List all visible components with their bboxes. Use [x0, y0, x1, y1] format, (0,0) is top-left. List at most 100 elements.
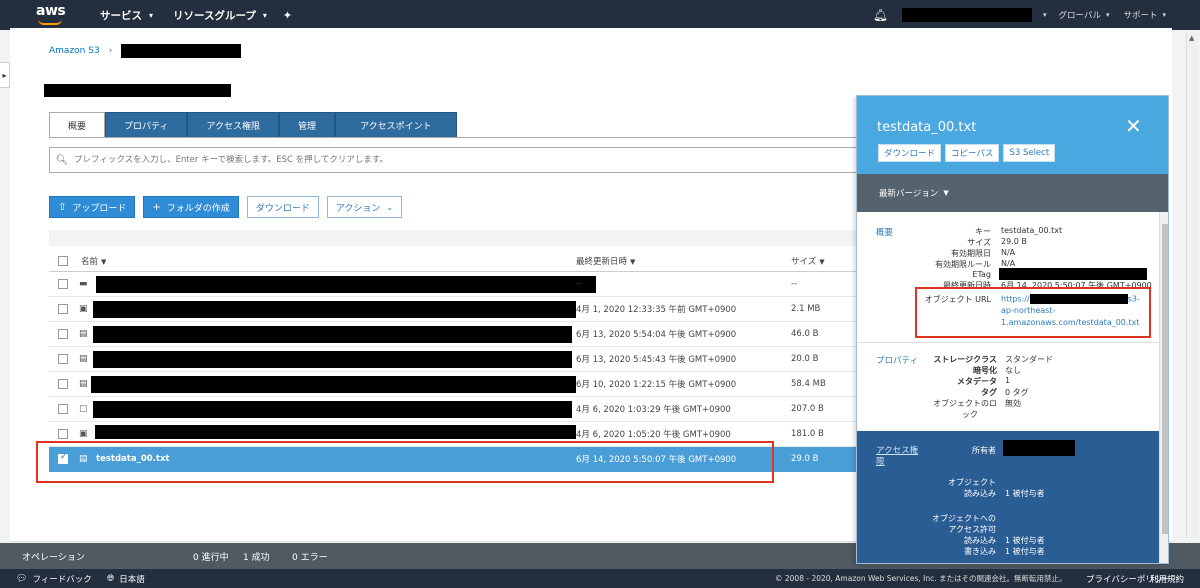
table-row[interactable]: ▤ 6月 13, 2020 5:54:04 午後 GMT+0900 46.0 B: [49, 322, 859, 347]
search-input[interactable]: [74, 155, 834, 165]
etag-redacted: [999, 268, 1147, 280]
acl-label-2: アクセス許可: [948, 525, 996, 534]
pin-icon[interactable]: ✦: [283, 9, 292, 22]
chevron-down-icon: ▾: [1043, 11, 1047, 19]
name-redacted[interactable]: [93, 325, 572, 343]
expiry-rule-value: N/A: [1001, 259, 1016, 268]
tab-access-points[interactable]: アクセスポイント: [335, 112, 457, 138]
panel-copy-path-button[interactable]: コピーパス: [945, 144, 1000, 162]
close-icon[interactable]: ✕: [1125, 114, 1142, 138]
table-row[interactable]: ▢ 4月 6, 2020 1:03:29 午後 GMT+0900 207.0 B: [49, 397, 859, 422]
name-redacted[interactable]: [95, 425, 576, 439]
globe-icon: 🌐︎: [107, 573, 115, 584]
row-size: --: [791, 279, 798, 289]
chevron-right-icon: ›: [108, 46, 113, 56]
table-row[interactable]: ▣ 4月 1, 2020 12:33:35 午前 GMT+0900 2.1 MB: [49, 297, 859, 322]
support-label: サポート: [1123, 11, 1158, 21]
panel-download-button[interactable]: ダウンロード: [878, 144, 942, 162]
account-name-redacted[interactable]: [902, 8, 1033, 22]
sidebar-toggle[interactable]: ▸: [0, 62, 10, 88]
breadcrumb-bucket-redacted[interactable]: [121, 44, 242, 58]
name-redacted[interactable]: [91, 375, 576, 393]
expiry-value: N/A: [1001, 248, 1016, 257]
language-label: 日本語: [119, 574, 145, 585]
row-checkbox[interactable]: [58, 429, 68, 439]
object-read-value: 1 被付与者: [1005, 489, 1045, 498]
breadcrumb-s3-link[interactable]: Amazon S3: [49, 46, 100, 56]
tab-management[interactable]: 管理: [279, 112, 336, 138]
actions-dropdown[interactable]: アクション ⌄: [326, 196, 403, 218]
row-checkbox[interactable]: [58, 304, 68, 314]
scroll-thumb[interactable]: [1162, 224, 1168, 534]
encryption-label: 暗号化: [973, 366, 997, 375]
row-checkbox[interactable]: [58, 354, 68, 364]
object-lock-label-2: ック: [962, 410, 978, 419]
tab-properties[interactable]: プロパティ: [105, 112, 188, 138]
row-checkbox[interactable]: [58, 404, 68, 414]
row-date: 4月 6, 2020 1:03:29 午後 GMT+0900: [576, 405, 731, 415]
ops-success: 1 成功: [243, 552, 270, 563]
terms-link[interactable]: 利用規約: [1150, 573, 1184, 585]
panel-s3-select-button[interactable]: S3 Select: [1003, 144, 1056, 162]
header-name[interactable]: 名前 ▼: [81, 255, 106, 267]
expiry-label: 有効期限日: [951, 249, 991, 258]
version-label: 最新バージョン: [879, 189, 939, 199]
row-checkbox[interactable]: [58, 379, 68, 389]
aws-logo[interactable]: aws: [28, 0, 88, 30]
resource-groups-menu[interactable]: リソースグループ ▾: [173, 8, 267, 23]
table-row[interactable]: ▤ 6月 13, 2020 5:45:43 午後 GMT+0900 20.0 B: [49, 347, 859, 372]
key-value: testdata_00.txt: [1001, 226, 1063, 235]
name-redacted[interactable]: [93, 300, 576, 318]
language-selector[interactable]: 🌐︎ 日本語: [107, 573, 145, 585]
upload-button[interactable]: ⇧ アップロード: [49, 196, 136, 218]
row-checkbox[interactable]: [58, 279, 68, 289]
object-lock-label-1: オブジェクトのロ: [933, 399, 997, 408]
chevron-down-icon: ▾: [149, 10, 154, 20]
name-redacted[interactable]: [93, 400, 572, 418]
account-caret[interactable]: ▾: [1038, 11, 1047, 19]
table-row[interactable]: ▤ 6月 10, 2020 1:22:15 午後 GMT+0900 58.4 M…: [49, 372, 859, 397]
row-date: 4月 6, 2020 1:05:20 午後 GMT+0900: [576, 430, 731, 440]
ops-in-progress: 0 進行中: [193, 552, 229, 563]
scroll-up-icon[interactable]: ▲: [1189, 34, 1194, 42]
annotation-highlight-row: [36, 441, 774, 483]
object-table: 名前 ▼ 最終更新日時 ▼ サイズ ▼ ▬ -- -- ▣ 4月 1, 2020 12…: [49, 250, 859, 472]
search-box[interactable]: 🔍︎: [49, 147, 859, 173]
select-all-checkbox[interactable]: [58, 255, 68, 266]
key-label: キー: [975, 227, 991, 236]
row-size: 207.0 B: [791, 404, 824, 414]
download-button[interactable]: ダウンロード: [246, 196, 319, 218]
create-folder-button[interactable]: + フォルダの作成: [143, 196, 239, 218]
header-size[interactable]: サイズ ▼: [791, 255, 825, 267]
version-selector[interactable]: 最新バージョン ▼: [857, 174, 1168, 212]
aws-logo-text: aws: [36, 3, 66, 19]
file-icon: ▤: [79, 379, 88, 389]
feedback-link[interactable]: 💬︎ フィードバック: [16, 573, 92, 585]
search-icon: 🔍︎: [55, 154, 69, 166]
upload-icon: ⇧: [58, 201, 67, 213]
panel-scrollbar[interactable]: [1159, 212, 1168, 563]
breadcrumb: Amazon S3 ›: [49, 44, 242, 58]
name-redacted[interactable]: [96, 275, 596, 293]
row-date: 6月 13, 2020 5:54:04 午後 GMT+0900: [576, 330, 737, 340]
row-checkbox[interactable]: [58, 329, 68, 339]
page-scrollbar[interactable]: ▲: [1186, 32, 1198, 538]
support-menu[interactable]: サポート ▾: [1123, 9, 1166, 21]
header-modified-label: 最終更新日時: [576, 256, 628, 267]
acl-write-value: 1 被付与者: [1005, 547, 1045, 556]
table-row[interactable]: ▬ -- --: [49, 272, 859, 297]
row-size: 29.0 B: [791, 454, 819, 464]
copyright: © 2008 - 2020, Amazon Web Services, Inc.…: [775, 574, 1067, 583]
row-size: 46.0 B: [791, 329, 819, 339]
name-redacted[interactable]: [93, 350, 572, 368]
bell-icon[interactable]: 🔔︎: [873, 8, 888, 22]
region-menu[interactable]: グローバル ▾: [1059, 9, 1110, 21]
row-size: 181.0 B: [791, 429, 824, 439]
access-section: アクセス権 限 所有者 オブジェクト 読み込み 1 被付与者 オブジェクトへの …: [857, 431, 1159, 563]
tab-overview[interactable]: 概要: [49, 112, 106, 138]
header-modified[interactable]: 最終更新日時 ▼: [576, 255, 635, 267]
tab-bar: 概要 プロパティ アクセス権限 管理 アクセスポイント: [49, 112, 457, 138]
services-menu[interactable]: サービス ▾: [100, 8, 153, 23]
access-label-2[interactable]: 限: [876, 455, 885, 467]
tab-permissions[interactable]: アクセス権限: [187, 112, 280, 138]
